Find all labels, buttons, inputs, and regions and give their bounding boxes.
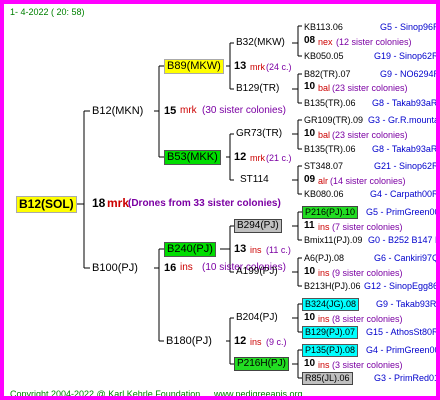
queen-gen4: KB080.06 [304, 189, 344, 199]
gen2-number: 13 [234, 60, 247, 72]
gen3-code: bal [318, 130, 331, 140]
queen-a199-pj: A199(PJ) [236, 266, 278, 277]
queen-gen4: B213H(PJ).06 [304, 281, 361, 291]
gen2-note: (9 c.) [266, 337, 287, 347]
gen4-ref: G9 - NO6294R [380, 69, 440, 79]
gen2-note: (24 c.) [266, 62, 292, 72]
gen3-note: (8 sister colonies) [332, 314, 403, 324]
gen2-code: ins [250, 337, 262, 347]
queen-gen4: ST348.07 [304, 161, 344, 171]
queen-st114: ST114 [240, 174, 269, 185]
queen-gen4: Bmix11(PJ).09 [304, 235, 363, 245]
gen4-ref: G8 - Takab93aR [372, 98, 438, 108]
date-stamp: 1- 4-2022 ( 20: 58) [10, 7, 85, 17]
gen4-ref: G3 - Gr.R.mounta [368, 115, 440, 125]
gen2-code: mrk [250, 153, 265, 163]
gen1-number: 15 [164, 105, 177, 117]
gen3-code: alr [318, 176, 329, 186]
root-number: 18 [92, 196, 106, 210]
root-code: mrk [107, 196, 130, 210]
gen3-code: ins [318, 268, 330, 278]
gen4-ref: G6 - Cankiri97Q [374, 253, 440, 263]
gen4-ref: G8 - Takab93aR [372, 144, 438, 154]
gen3-code: ins [318, 360, 330, 370]
gen4-ref: G15 - AthosSt80R [366, 327, 439, 337]
queen-b32-mkw: B32(MKW) [236, 37, 285, 48]
queen-gen4: B129(PJ).07 [302, 326, 359, 339]
gen3-note: (23 sister colonies) [332, 83, 408, 93]
gen4-ref: G5 - PrimGreen00 [366, 207, 440, 217]
gen4-ref: G0 - B252 B147 B [368, 235, 440, 245]
gen2-number: 13 [234, 243, 247, 255]
gen4-ref: G5 - Sinop96R [380, 22, 440, 32]
queen-b240-pj: B240(PJ) [164, 242, 216, 257]
queen-gen4: P135(PJ).08 [302, 344, 359, 357]
root-queen: B12(SOL) [16, 196, 77, 213]
gen3-number: 10 [304, 266, 316, 277]
gen2-code: ins [250, 245, 262, 255]
gen3-note: (23 sister colonies) [332, 130, 408, 140]
queen-b12-mkn: B12(MKN) [92, 105, 144, 117]
gen3-code: nex [318, 37, 333, 47]
queen-gr73-tr: GR73(TR) [236, 128, 283, 139]
gen3-note: (7 sister colonies) [332, 222, 403, 232]
gen2-note: (21 c.) [266, 153, 292, 163]
pedigree-chart: 1- 4-2022 ( 20: 58) B12(SOL) 18 mrk (Dro… [0, 0, 440, 400]
gen1-code: ins [180, 262, 193, 273]
queen-b129-tr: B129(TR) [236, 83, 280, 94]
queen-gen4: B135(TR).06 [304, 144, 356, 154]
gen4-ref: G9 - Takab93R [376, 299, 437, 309]
gen3-number: 08 [304, 35, 316, 46]
gen4-ref: G19 - Sinop62R [374, 51, 439, 61]
gen4-ref: G4 - PrimGreen00 [366, 345, 440, 355]
copyright-text: Copyright 2004-2022 @ Karl Kehrle Founda… [10, 389, 201, 399]
gen4-ref: G4 - Carpath00R [370, 189, 439, 199]
queen-b180-pj: B180(PJ) [166, 335, 212, 347]
queen-gen4: KB050.05 [304, 51, 344, 61]
gen3-code: bal [318, 83, 331, 93]
site-link[interactable]: www.pedigreeapis.org [214, 388, 303, 396]
gen3-note: (9 sister colonies) [332, 268, 403, 278]
gen1-number: 16 [164, 262, 177, 274]
queen-gen4: GR109(TR).09 [304, 115, 364, 125]
gen3-number: 10 [304, 128, 316, 139]
gen4-ref: G12 - SinopEgg86R [364, 281, 440, 291]
queen-b53-mkk: B53(MKK) [164, 150, 221, 165]
gen3-code: ins [318, 314, 330, 324]
queen-gen4: B135(TR).06 [304, 98, 356, 108]
queen-gen4: R85(JL).06 [302, 372, 353, 385]
gen3-number: 10 [304, 358, 316, 369]
gen2-note: (11 c.) [266, 245, 291, 255]
queen-gen4: A6(PJ).08 [304, 253, 345, 263]
gen2-number: 12 [234, 335, 247, 347]
queen-b204-pj: B204(PJ) [236, 312, 278, 323]
gen3-number: 09 [304, 174, 316, 185]
queen-p216h-pj: P216H(PJ) [234, 357, 289, 371]
gen3-note: (3 sister colonies) [332, 360, 403, 370]
gen3-code: ins [318, 222, 330, 232]
queen-gen4: KB113.06 [304, 22, 343, 32]
queen-b100-pj: B100(PJ) [92, 262, 138, 274]
queen-b89-mkw: B89(MKW) [164, 59, 224, 74]
gen1-code: mrk [180, 105, 197, 116]
gen3-note: (12 sister colonies) [336, 37, 412, 47]
gen3-note: (14 sister colonies) [330, 176, 406, 186]
queen-gen4: P216(PJ).10 [302, 206, 359, 219]
gen1-note: (30 sister colonies) [202, 105, 286, 116]
root-drone-note: (Drones from 33 sister colonies) [128, 198, 281, 209]
gen3-number: 10 [304, 81, 316, 92]
gen4-ref: G3 - PrimRed01 [374, 373, 440, 383]
gen4-ref: G21 - Sinop62R [374, 161, 439, 171]
queen-b294-pj: B294(PJ) [234, 219, 282, 233]
gen3-number: 11 [304, 220, 315, 231]
gen2-number: 12 [234, 151, 247, 163]
gen3-number: 10 [304, 312, 316, 323]
queen-gen4: B324(JG).08 [302, 298, 360, 311]
queen-gen4: B82(TR).07 [304, 69, 351, 79]
gen2-code: mrk [250, 62, 265, 72]
